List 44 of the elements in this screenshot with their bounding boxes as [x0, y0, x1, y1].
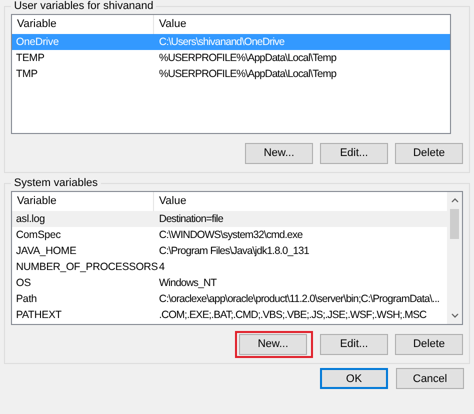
- list-row[interactable]: PATHEXT .COM;.EXE;.BAT;.CMD;.VBS;.VBE;.JS;.JSE;.WSF;.WSH;.MSC: [12, 307, 447, 323]
- dialog-button[interactable]: Edit...: [320, 142, 388, 164]
- list-row[interactable]: OS Windows_NT: [12, 275, 447, 291]
- list-row[interactable]: JAVA_HOME C:\Program Files\Java\jdk1.8.0_131: [12, 243, 447, 259]
- list-row[interactable]: TMP %USERPROFILE%\AppData\Local\Temp: [12, 66, 450, 82]
- list-row[interactable]: NUMBER_OF_PROCESSORS4: [12, 259, 447, 275]
- variable-value: 4: [158, 260, 166, 275]
- variable-value: Destination=file: [158, 212, 224, 227]
- scrollbar[interactable]: [447, 192, 462, 324]
- variable-name: OS: [16, 276, 32, 291]
- variable-name: OneDrive: [16, 35, 60, 50]
- list-row[interactable]: ComSpec C:\WINDOWS\system32\cmd.exe: [12, 227, 447, 243]
- dialog-button[interactable]: Delete: [395, 142, 463, 164]
- group-title: User variables for shivanand: [13, 0, 154, 12]
- variable-value: Windows_NT: [158, 276, 218, 291]
- list-row[interactable]: Path C:\oraclexe\app\oracle\product\11.2.0\server\bin;C:\ProgramData\...: [12, 291, 447, 307]
- scroll-up-icon[interactable]: [450, 198, 458, 203]
- variable-name: TEMP: [16, 51, 46, 66]
- dialog-button[interactable]: Delete: [395, 334, 463, 354]
- variable-name: asl.log: [16, 212, 46, 227]
- variable-value: C:\oraclexe\app\oracle\product\11.2.0\server\bin;C:\ProgramData\...: [158, 292, 440, 307]
- variable-value: %USERPROFILE%\AppData\Local\Temp: [158, 51, 338, 66]
- dialog-button[interactable]: Edit...: [320, 334, 388, 354]
- variable-name: Path: [16, 292, 38, 307]
- variable-name: TMP: [16, 67, 39, 82]
- variable-value: C:\Program Files\Java\jdk1.8.0_131: [158, 244, 310, 259]
- group-title: System variables: [13, 177, 99, 189]
- dialog-button[interactable]: New...: [239, 334, 307, 354]
- dialog-button[interactable]: New...: [245, 142, 313, 164]
- column-header[interactable]: Value: [154, 192, 447, 211]
- variable-value: .COM;.EXE;.BAT;.CMD;.VBS;.VBE;.JS;.JSE;.WSF;.WSH;.MSC: [158, 308, 428, 323]
- scroll-down-icon[interactable]: [450, 313, 458, 318]
- variable-name: ComSpec: [16, 228, 62, 243]
- column-header[interactable]: Value: [154, 15, 450, 34]
- variable-value: %USERPROFILE%\AppData\Local\Temp: [158, 67, 338, 82]
- variable-value: C:\Users\shivanand\OneDrive: [158, 35, 286, 50]
- variable-value: C:\WINDOWS\system32\cmd.exe: [158, 228, 304, 243]
- dialog-button[interactable]: Cancel: [396, 368, 464, 389]
- list-row[interactable]: asl.log Destination=file: [12, 211, 447, 227]
- list-row[interactable]: TEMP %USERPROFILE%\AppData\Local\Temp: [12, 50, 450, 66]
- dialog-button[interactable]: OK: [320, 368, 388, 389]
- variable-name: JAVA_HOME: [16, 244, 78, 259]
- variable-name: PATHEXT: [16, 308, 62, 323]
- scrollbar-thumb[interactable]: [450, 209, 459, 239]
